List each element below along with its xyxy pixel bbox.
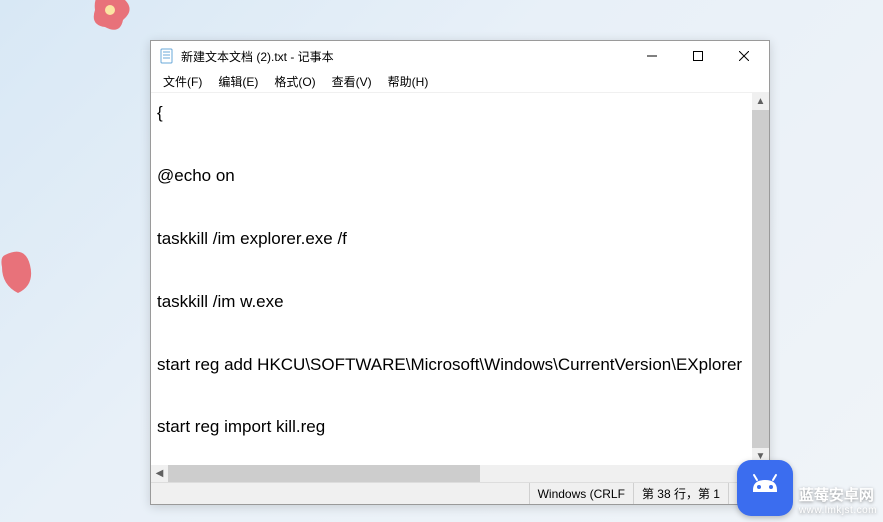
scroll-corner [752, 465, 769, 482]
decoration-petal [0, 245, 35, 305]
status-cursor-position: 第 38 行，第 1 [633, 483, 728, 504]
decoration-petal [85, 0, 140, 45]
menu-view[interactable]: 查看(V) [324, 71, 380, 92]
scroll-down-arrow-icon[interactable]: ▼ [752, 448, 769, 465]
minimize-icon [647, 51, 657, 61]
horizontal-scroll-thumb[interactable] [168, 465, 480, 482]
statusbar: Windows (CRLF 第 38 行，第 1 100 [151, 482, 769, 504]
menu-help[interactable]: 帮助(H) [380, 71, 437, 92]
scroll-right-arrow-icon[interactable]: ▶ [735, 465, 752, 482]
scroll-left-arrow-icon[interactable]: ◀ [151, 465, 168, 482]
watermark-url: www.lmkjst.com [799, 505, 877, 516]
menu-edit[interactable]: 编辑(E) [210, 71, 266, 92]
close-icon [739, 51, 749, 61]
window-controls [629, 41, 767, 71]
status-spacer [155, 483, 529, 504]
notepad-window: 新建文本文档 (2).txt - 记事本 文件(F) 编辑(E) 格式(O) 查… [150, 40, 770, 505]
titlebar: 新建文本文档 (2).txt - 记事本 [151, 41, 769, 71]
scroll-up-arrow-icon[interactable]: ▲ [752, 93, 769, 110]
text-editor[interactable]: { @echo on taskkill /im explorer.exe /f … [151, 93, 752, 465]
status-encoding: Windows (CRLF [529, 483, 633, 504]
menu-format[interactable]: 格式(O) [266, 71, 323, 92]
status-zoom: 100 [728, 483, 765, 504]
vertical-scroll-thumb[interactable] [752, 110, 769, 448]
vertical-scroll-track[interactable] [752, 110, 769, 448]
close-button[interactable] [721, 41, 767, 71]
horizontal-scrollbar[interactable]: ◀ ▶ [151, 465, 752, 482]
window-title: 新建文本文档 (2).txt - 记事本 [181, 48, 629, 65]
maximize-button[interactable] [675, 41, 721, 71]
minimize-button[interactable] [629, 41, 675, 71]
horizontal-scroll-track[interactable] [168, 465, 735, 482]
vertical-scrollbar[interactable]: ▲ ▼ [752, 93, 769, 465]
maximize-icon [693, 51, 703, 61]
menubar: 文件(F) 编辑(E) 格式(O) 查看(V) 帮助(H) [151, 71, 769, 93]
watermark-name: 蓝莓安卓网 [799, 484, 877, 505]
notepad-app-icon [159, 48, 175, 64]
watermark-text: 蓝莓安卓网 www.lmkjst.com [799, 484, 877, 516]
menu-file[interactable]: 文件(F) [155, 71, 210, 92]
